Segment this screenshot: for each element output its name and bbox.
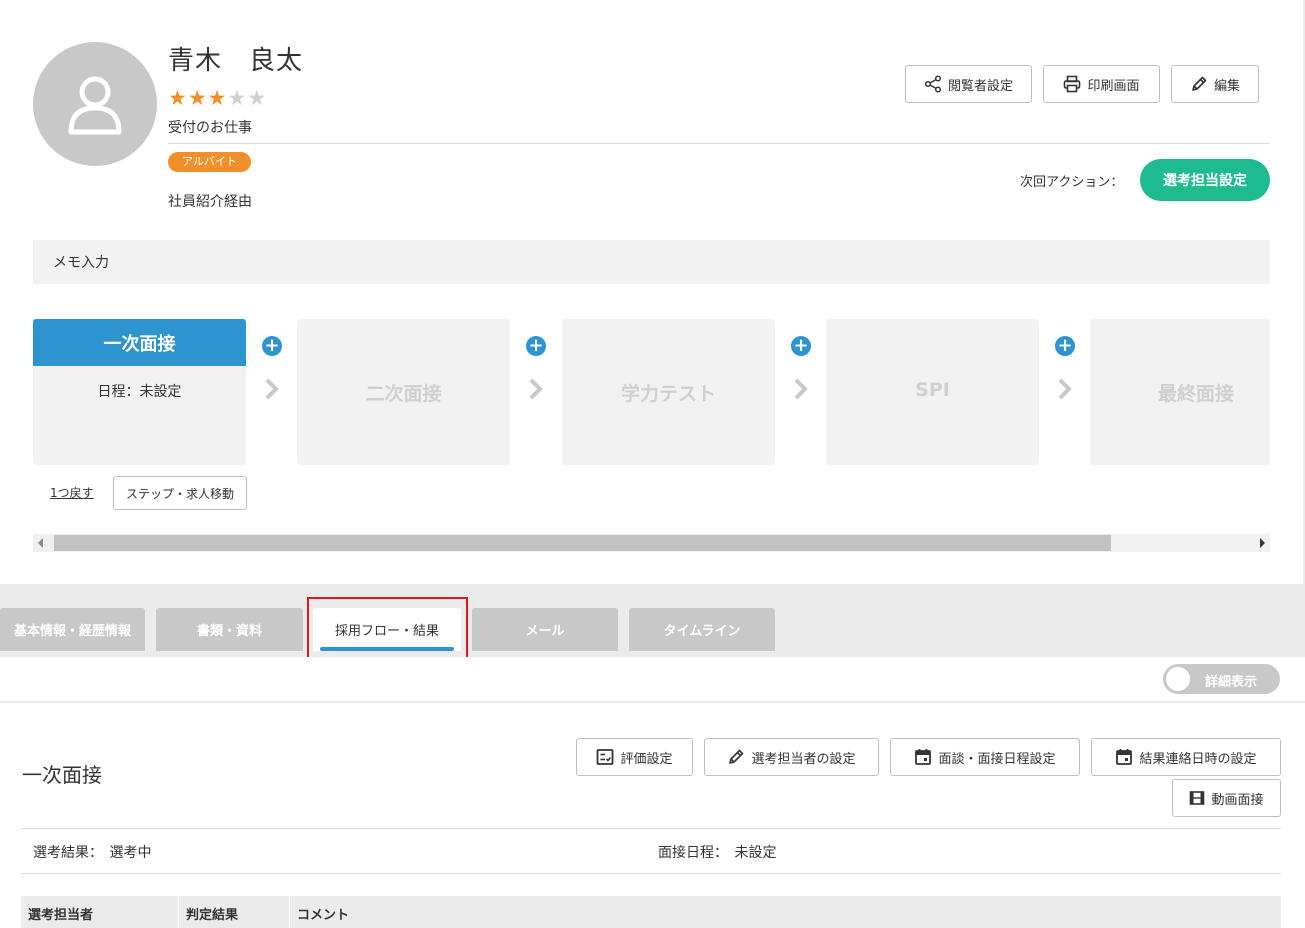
interview-schedule-label: 面談・面接日程設定 (938, 751, 1056, 767)
next-action-label: 次回アクション： (1020, 175, 1124, 190)
chevron-right-icon (794, 378, 808, 400)
interview-date-value: 未設定 (734, 845, 777, 861)
tab-mail[interactable]: メール (472, 608, 618, 651)
avatar (33, 42, 157, 166)
interview-date-label: 面接日程： (658, 845, 728, 861)
star-icon[interactable]: ★ (247, 86, 266, 110)
tab-documents[interactable]: 書類・資料 (156, 608, 303, 651)
column-header-comment: コメント (297, 908, 350, 923)
user-icon (68, 76, 122, 135)
scroll-right-arrow-icon[interactable] (1260, 538, 1265, 548)
application-source: 社員紹介経由 (168, 194, 252, 210)
film-icon (1190, 791, 1205, 805)
step-schedule: 日程：未設定 (97, 384, 182, 400)
edit-label: 編集 (1213, 78, 1240, 94)
toggle-bar (0, 657, 1305, 701)
star-icon[interactable]: ★ (208, 86, 227, 110)
step-card-first-interview[interactable]: 一次面接 日程：未設定 (33, 319, 246, 465)
tab-basic-info[interactable]: 基本情報・経歴情報 (0, 608, 145, 651)
add-step-button[interactable]: + (262, 336, 282, 356)
share-icon (924, 75, 942, 93)
viewer-settings-button[interactable]: 閲覧者設定 (905, 65, 1032, 103)
tab-highlight-box (307, 597, 468, 661)
divider (21, 828, 1281, 829)
job-title: 受付のお仕事 (168, 120, 252, 136)
chevron-right-icon (265, 378, 279, 400)
assign-reviewer-button[interactable]: 選考担当設定 (1140, 159, 1270, 201)
step-title: SPI (915, 379, 950, 401)
viewer-settings-label: 閲覧者設定 (947, 78, 1013, 94)
step-card-final-interview[interactable]: 最終面接 (1090, 319, 1270, 465)
step-card-second-interview[interactable]: 二次面接 (297, 319, 510, 465)
detail-toggle[interactable]: 詳細表示 (1163, 664, 1280, 694)
column-header-judgement: 判定結果 (186, 908, 239, 923)
divider (21, 873, 1281, 874)
interview-schedule-button[interactable]: 面談・面接日程設定 (890, 738, 1080, 776)
tab-timeline[interactable]: タイムライン (629, 608, 775, 651)
step-card-academic-test[interactable]: 学力テスト (562, 319, 775, 465)
result-notice-button[interactable]: 結果連絡日時の設定 (1091, 738, 1281, 776)
step-detail-card (0, 703, 1305, 928)
printer-icon (1064, 75, 1081, 93)
column-separator (289, 896, 290, 928)
evaluation-settings-button[interactable]: 評価設定 (576, 738, 693, 776)
selection-result: 選考結果： 選考中 (33, 842, 151, 862)
assignee-settings-button[interactable]: 選考担当者の設定 (704, 738, 879, 776)
employment-badge: アルバイト (168, 152, 251, 172)
video-interview-button[interactable]: 動画面接 (1172, 779, 1281, 817)
add-step-button[interactable]: + (526, 336, 546, 356)
chevron-right-icon (1058, 378, 1072, 400)
assignee-settings-label: 選考担当者の設定 (751, 751, 856, 767)
calendar-icon (915, 749, 932, 765)
selection-result-label: 選考結果： (33, 845, 103, 861)
interview-date: 面接日程： 未設定 (658, 842, 776, 862)
step-title: 一次面接 (33, 319, 246, 366)
pencil-icon (729, 749, 744, 764)
column-separator (178, 896, 179, 928)
step-title: 最終面接 (1157, 383, 1234, 405)
add-step-button[interactable]: + (1055, 336, 1075, 356)
add-step-button[interactable]: + (791, 336, 811, 356)
video-interview-label: 動画面接 (1211, 792, 1264, 808)
rating-stars[interactable]: ★ ★ ★ ★ ★ (168, 86, 266, 110)
star-icon[interactable]: ★ (168, 86, 187, 110)
calendar-icon (1116, 749, 1133, 765)
step-title: 学力テスト (620, 383, 716, 405)
print-button[interactable]: 印刷画面 (1043, 65, 1160, 103)
chevron-right-icon (529, 378, 543, 400)
header-divider (168, 143, 1270, 144)
detail-toggle-label: 詳細表示 (1205, 675, 1258, 690)
undo-step-link[interactable]: 1つ戻す (50, 484, 94, 501)
selection-result-value: 選考中 (109, 845, 152, 861)
print-label: 印刷画面 (1087, 78, 1140, 94)
candidate-name: 青木 良太 (168, 46, 304, 76)
step-title: 二次面接 (365, 383, 442, 405)
toggle-knob (1166, 667, 1190, 691)
scroll-left-arrow-icon[interactable] (38, 538, 43, 548)
checklist-icon (597, 749, 614, 765)
scrollbar-thumb[interactable] (54, 535, 1111, 551)
step-card-spi[interactable]: SPI (826, 319, 1039, 465)
section-title: 一次面接 (22, 763, 102, 787)
move-step-button[interactable]: ステップ・求人移動 (113, 476, 247, 510)
result-notice-label: 結果連絡日時の設定 (1139, 751, 1257, 767)
evaluation-table-header: 選考担当者 判定結果 コメント (21, 896, 1281, 928)
memo-input[interactable]: メモ入力 (33, 240, 1270, 284)
edit-button[interactable]: 編集 (1171, 65, 1259, 103)
pencil-icon (1192, 76, 1207, 91)
column-header-assignee: 選考担当者 (28, 908, 94, 923)
star-icon[interactable]: ★ (188, 86, 207, 110)
horizontal-scrollbar[interactable] (33, 534, 1270, 552)
evaluation-settings-label: 評価設定 (620, 751, 673, 767)
star-icon[interactable]: ★ (227, 86, 246, 110)
